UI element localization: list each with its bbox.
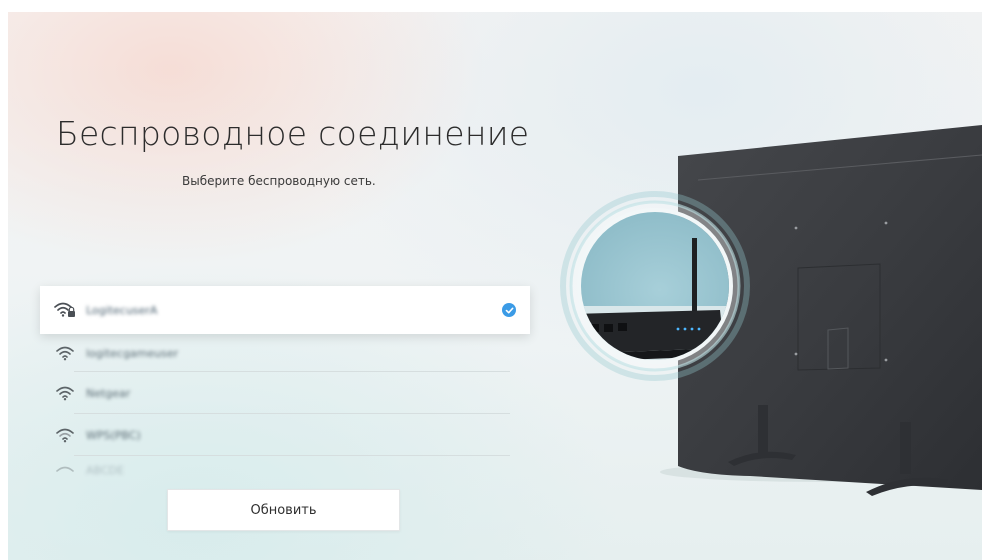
check-circle-icon	[502, 303, 516, 317]
refresh-button[interactable]: Обновить	[167, 489, 400, 531]
network-item[interactable]: ABCDE	[40, 456, 530, 478]
top-frame	[0, 0, 982, 12]
tv-network-settings-screen: Беспроводное соединение Выберите беспров…	[0, 0, 982, 560]
network-item[interactable]: logitecgameuser	[40, 334, 530, 372]
page-subtitle: Выберите беспроводную сеть.	[182, 174, 376, 188]
network-item[interactable]: Netgear	[40, 372, 530, 414]
page-title: Беспроводное соединение	[56, 114, 530, 153]
network-item-selected[interactable]: LogitecuserA	[40, 286, 530, 334]
tv-router-illustration	[560, 125, 982, 496]
wifi-lock-icon	[54, 301, 76, 319]
network-name: ABCDE	[86, 464, 124, 477]
network-item[interactable]: WPS(PBC)	[40, 414, 530, 456]
network-list: LogitecuserA logitecgameuser Netgear WPS…	[40, 286, 530, 478]
wifi-icon	[54, 384, 76, 402]
network-name: WPS(PBC)	[86, 428, 141, 442]
wifi-icon	[54, 464, 76, 478]
wifi-icon	[54, 344, 76, 362]
network-name: logitecgameuser	[86, 346, 179, 360]
left-frame	[0, 0, 8, 560]
network-name: LogitecuserA	[86, 303, 158, 317]
wifi-icon	[54, 426, 76, 444]
network-name: Netgear	[86, 386, 131, 400]
